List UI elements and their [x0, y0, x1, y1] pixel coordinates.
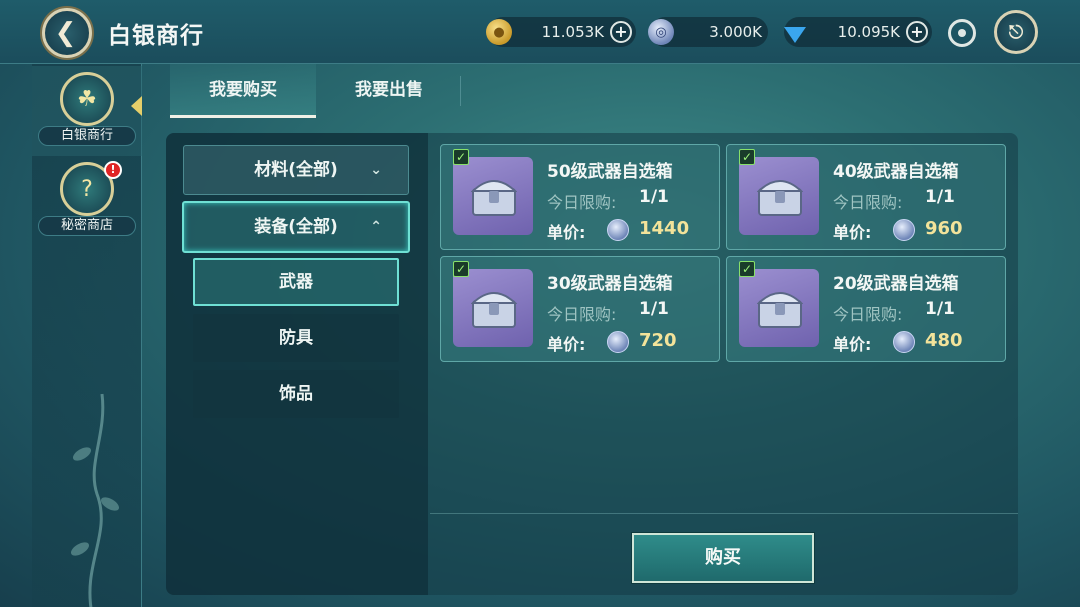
daily-limit-value: 1/1: [639, 299, 669, 319]
daily-limit-label: 今日限购:: [547, 305, 617, 324]
item-card[interactable]: ✓ 40级武器自选箱 今日限购: 1/1 单价: 960: [726, 144, 1006, 250]
silver-currency: ◎ 3.000K: [648, 17, 768, 47]
subcategory-accessories[interactable]: 饰品: [193, 370, 399, 418]
item-name: 20级武器自选箱: [833, 274, 959, 294]
top-bar: ❮ 白银商行 ● 11.053K + ◎ 3.000K 10.095K + ⎋: [0, 0, 1080, 64]
treasure-chest-icon: [471, 180, 517, 216]
treasure-chest-icon: [757, 180, 803, 216]
page-title: 白银商行: [108, 23, 204, 49]
treasure-chest-icon: [471, 292, 517, 328]
price-value: 960: [925, 218, 963, 239]
price-value: 720: [639, 330, 677, 351]
tab-sell[interactable]: 我要出售: [316, 64, 462, 118]
daily-limit-label: 今日限购:: [547, 193, 617, 212]
price-label: 单价:: [833, 335, 872, 354]
exit-door-icon: ⎋: [1008, 21, 1024, 43]
panel-divider: [430, 513, 1018, 514]
target-icon: [958, 29, 966, 37]
item-name: 50级武器自选箱: [547, 162, 673, 182]
silver-coin-icon: [607, 331, 629, 353]
daily-limit-value: 1/1: [925, 187, 955, 207]
tab-divider: [460, 76, 461, 106]
item-card[interactable]: ✓ 30级武器自选箱 今日限购: 1/1 单价: 720: [440, 256, 720, 362]
back-button[interactable]: ❮: [42, 8, 92, 58]
chevron-down-icon: ⌄: [370, 162, 382, 178]
silver-coin-icon: [893, 331, 915, 353]
chevron-up-icon: ⌃: [370, 219, 382, 235]
category-equipment[interactable]: 装备(全部) ⌃: [182, 201, 410, 253]
gold-amount: 11.053K: [541, 23, 604, 41]
price-value: 480: [925, 330, 963, 351]
daily-limit-value: 1/1: [639, 187, 669, 207]
category-label: 装备(全部): [254, 217, 338, 237]
item-thumbnail: [739, 157, 819, 235]
selected-check-icon: ✓: [739, 149, 755, 165]
sidenav-item-silver-shop[interactable]: ☘ 白银商行: [32, 66, 142, 156]
item-thumbnail: [739, 269, 819, 347]
price-value: 1440: [639, 218, 690, 239]
back-arrow-icon: ❮: [54, 18, 77, 48]
tab-bar: 我要购买 我要出售: [170, 64, 470, 118]
treasure-chest-icon: [757, 292, 803, 328]
selected-check-icon: ✓: [453, 261, 469, 277]
notification-badge: !: [104, 161, 122, 179]
item-thumbnail: [453, 269, 533, 347]
sidenav-label: 秘密商店: [38, 216, 136, 236]
tab-buy[interactable]: 我要购买: [170, 64, 316, 118]
money-bag-icon: ☘: [60, 72, 114, 126]
side-nav: ☘ 白银商行 ? 秘密商店: [32, 64, 142, 607]
category-label: 材料(全部): [254, 160, 338, 180]
price-label: 单价:: [547, 223, 586, 242]
selected-check-icon: ✓: [453, 149, 469, 165]
silver-amount: 3.000K: [709, 23, 762, 41]
item-card[interactable]: ✓ 50级武器自选箱 今日限购: 1/1 单价: 1440: [440, 144, 720, 250]
gold-coin-icon: ●: [486, 19, 512, 45]
subcategory-weapons[interactable]: 武器: [193, 258, 399, 306]
active-indicator-arrow: [131, 96, 142, 116]
price-label: 单价:: [547, 335, 586, 354]
target-settings-button[interactable]: [948, 19, 976, 47]
item-name: 40级武器自选箱: [833, 162, 959, 182]
category-materials[interactable]: 材料(全部) ⌄: [183, 145, 409, 195]
selected-check-icon: ✓: [739, 261, 755, 277]
add-diamond-button[interactable]: +: [906, 21, 928, 43]
item-card[interactable]: ✓ 20级武器自选箱 今日限购: 1/1 单价: 480: [726, 256, 1006, 362]
silver-coin-icon: [893, 219, 915, 241]
diamond-icon: [782, 19, 808, 45]
diamond-currency: 10.095K +: [784, 17, 932, 47]
vine-decoration: [70, 393, 120, 607]
sidenav-label: 白银商行: [38, 126, 136, 146]
subcategory-armor[interactable]: 防具: [193, 314, 399, 362]
daily-limit-value: 1/1: [925, 299, 955, 319]
exit-button[interactable]: ⎋: [994, 10, 1038, 54]
price-label: 单价:: [833, 223, 872, 242]
item-thumbnail: [453, 157, 533, 235]
buy-button[interactable]: 购买: [632, 533, 814, 583]
add-gold-button[interactable]: +: [610, 21, 632, 43]
item-name: 30级武器自选箱: [547, 274, 673, 294]
silver-coin-icon: [607, 219, 629, 241]
daily-limit-label: 今日限购:: [833, 305, 903, 324]
gold-currency: ● 11.053K +: [486, 17, 636, 47]
diamond-amount: 10.095K: [837, 23, 900, 41]
sidenav-item-secret-shop[interactable]: ? 秘密商店: [32, 156, 142, 246]
daily-limit-label: 今日限购:: [833, 193, 903, 212]
silver-coin-icon: ◎: [648, 19, 674, 45]
